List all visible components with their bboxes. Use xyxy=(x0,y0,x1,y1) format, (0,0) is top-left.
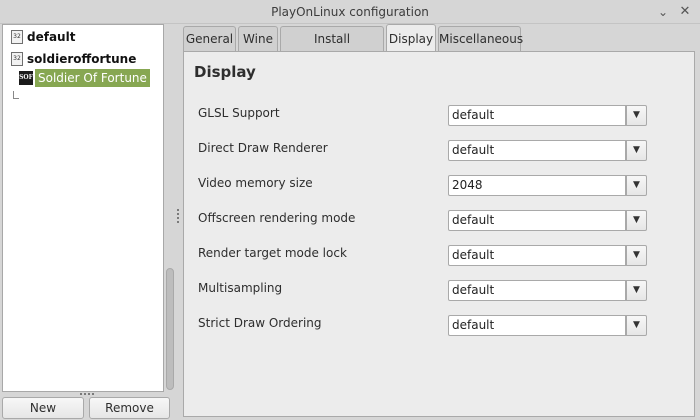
tree-item-default[interactable]: 32 default xyxy=(11,27,75,47)
offscreen-rendering-mode-select[interactable]: default ▼ xyxy=(448,210,647,231)
select-value[interactable]: default xyxy=(448,210,626,231)
chevron-down-icon[interactable]: ▼ xyxy=(626,245,647,266)
chevron-down-icon[interactable]: ▼ xyxy=(626,175,647,196)
chevron-down-icon[interactable]: ▼ xyxy=(626,210,647,231)
wine-32bit-icon: 32 xyxy=(11,52,23,66)
tree-item-label: default xyxy=(27,30,76,44)
chevron-down-icon[interactable]: ▼ xyxy=(626,140,647,161)
tree-item-soldier-of-fortune[interactable]: SOF Soldier Of Fortune xyxy=(19,68,150,88)
chevron-down-icon[interactable]: ▼ xyxy=(626,105,647,126)
tree-item-soldieroffortune[interactable]: 32 soldieroffortune xyxy=(11,49,136,69)
select-value[interactable]: default xyxy=(448,140,626,161)
select-value[interactable]: default xyxy=(448,245,626,266)
wine-32bit-icon: 32 xyxy=(11,30,23,44)
render-target-mode-lock-select[interactable]: default ▼ xyxy=(448,245,647,266)
select-value[interactable]: 2048 xyxy=(448,175,626,196)
tab-wine[interactable]: Wine xyxy=(238,26,278,51)
window-title: PlayOnLinux configuration xyxy=(271,5,429,19)
glsl-support-select[interactable]: default ▼ xyxy=(448,105,647,126)
new-button[interactable]: New xyxy=(2,397,84,419)
strict-draw-ordering-label: Strict Draw Ordering xyxy=(198,316,322,330)
prefix-tree[interactable]: 32 default 32 soldieroffortune SOF Soldi… xyxy=(2,24,164,392)
tree-item-label-selected: Soldier Of Fortune xyxy=(35,69,150,87)
tab-miscellaneous[interactable]: Miscellaneous xyxy=(438,26,523,51)
offscreen-rendering-mode-label: Offscreen rendering mode xyxy=(198,211,356,225)
tree-item-label: soldieroffortune xyxy=(27,52,137,66)
tab-install-components[interactable]: Install components xyxy=(280,26,384,70)
multisampling-select[interactable]: default ▼ xyxy=(448,280,647,301)
render-target-mode-lock-label: Render target mode lock xyxy=(198,246,347,260)
select-value[interactable]: default xyxy=(448,105,626,126)
soldier-of-fortune-icon: SOF xyxy=(19,71,33,85)
select-value[interactable]: default xyxy=(448,280,626,301)
splitter-handle[interactable] xyxy=(177,209,180,225)
tab-general[interactable]: General xyxy=(183,26,236,51)
select-value[interactable]: default xyxy=(448,315,626,336)
direct-draw-renderer-select[interactable]: default ▼ xyxy=(448,140,647,161)
tree-connector xyxy=(13,98,19,99)
tree-scrollbar[interactable] xyxy=(166,268,174,390)
multisampling-label: Multisampling xyxy=(198,281,283,295)
video-memory-size-label: Video memory size xyxy=(198,176,313,190)
title-bar: PlayOnLinux configuration ⌄ ✕ xyxy=(0,0,700,24)
close-icon[interactable]: ✕ xyxy=(676,3,694,21)
glsl-support-label: GLSL Support xyxy=(198,106,280,120)
display-panel: Display GLSL Support default ▼ Direct Dr… xyxy=(183,51,695,417)
remove-button[interactable]: Remove xyxy=(89,397,170,419)
video-memory-size-select[interactable]: 2048 ▼ xyxy=(448,175,647,196)
strict-draw-ordering-select[interactable]: default ▼ xyxy=(448,315,647,336)
minimize-icon[interactable]: ⌄ xyxy=(654,3,672,21)
tab-display[interactable]: Display xyxy=(386,24,436,52)
panel-title: Display xyxy=(194,63,256,81)
chevron-down-icon[interactable]: ▼ xyxy=(626,315,647,336)
direct-draw-renderer-label: Direct Draw Renderer xyxy=(198,141,328,155)
chevron-down-icon[interactable]: ▼ xyxy=(626,280,647,301)
